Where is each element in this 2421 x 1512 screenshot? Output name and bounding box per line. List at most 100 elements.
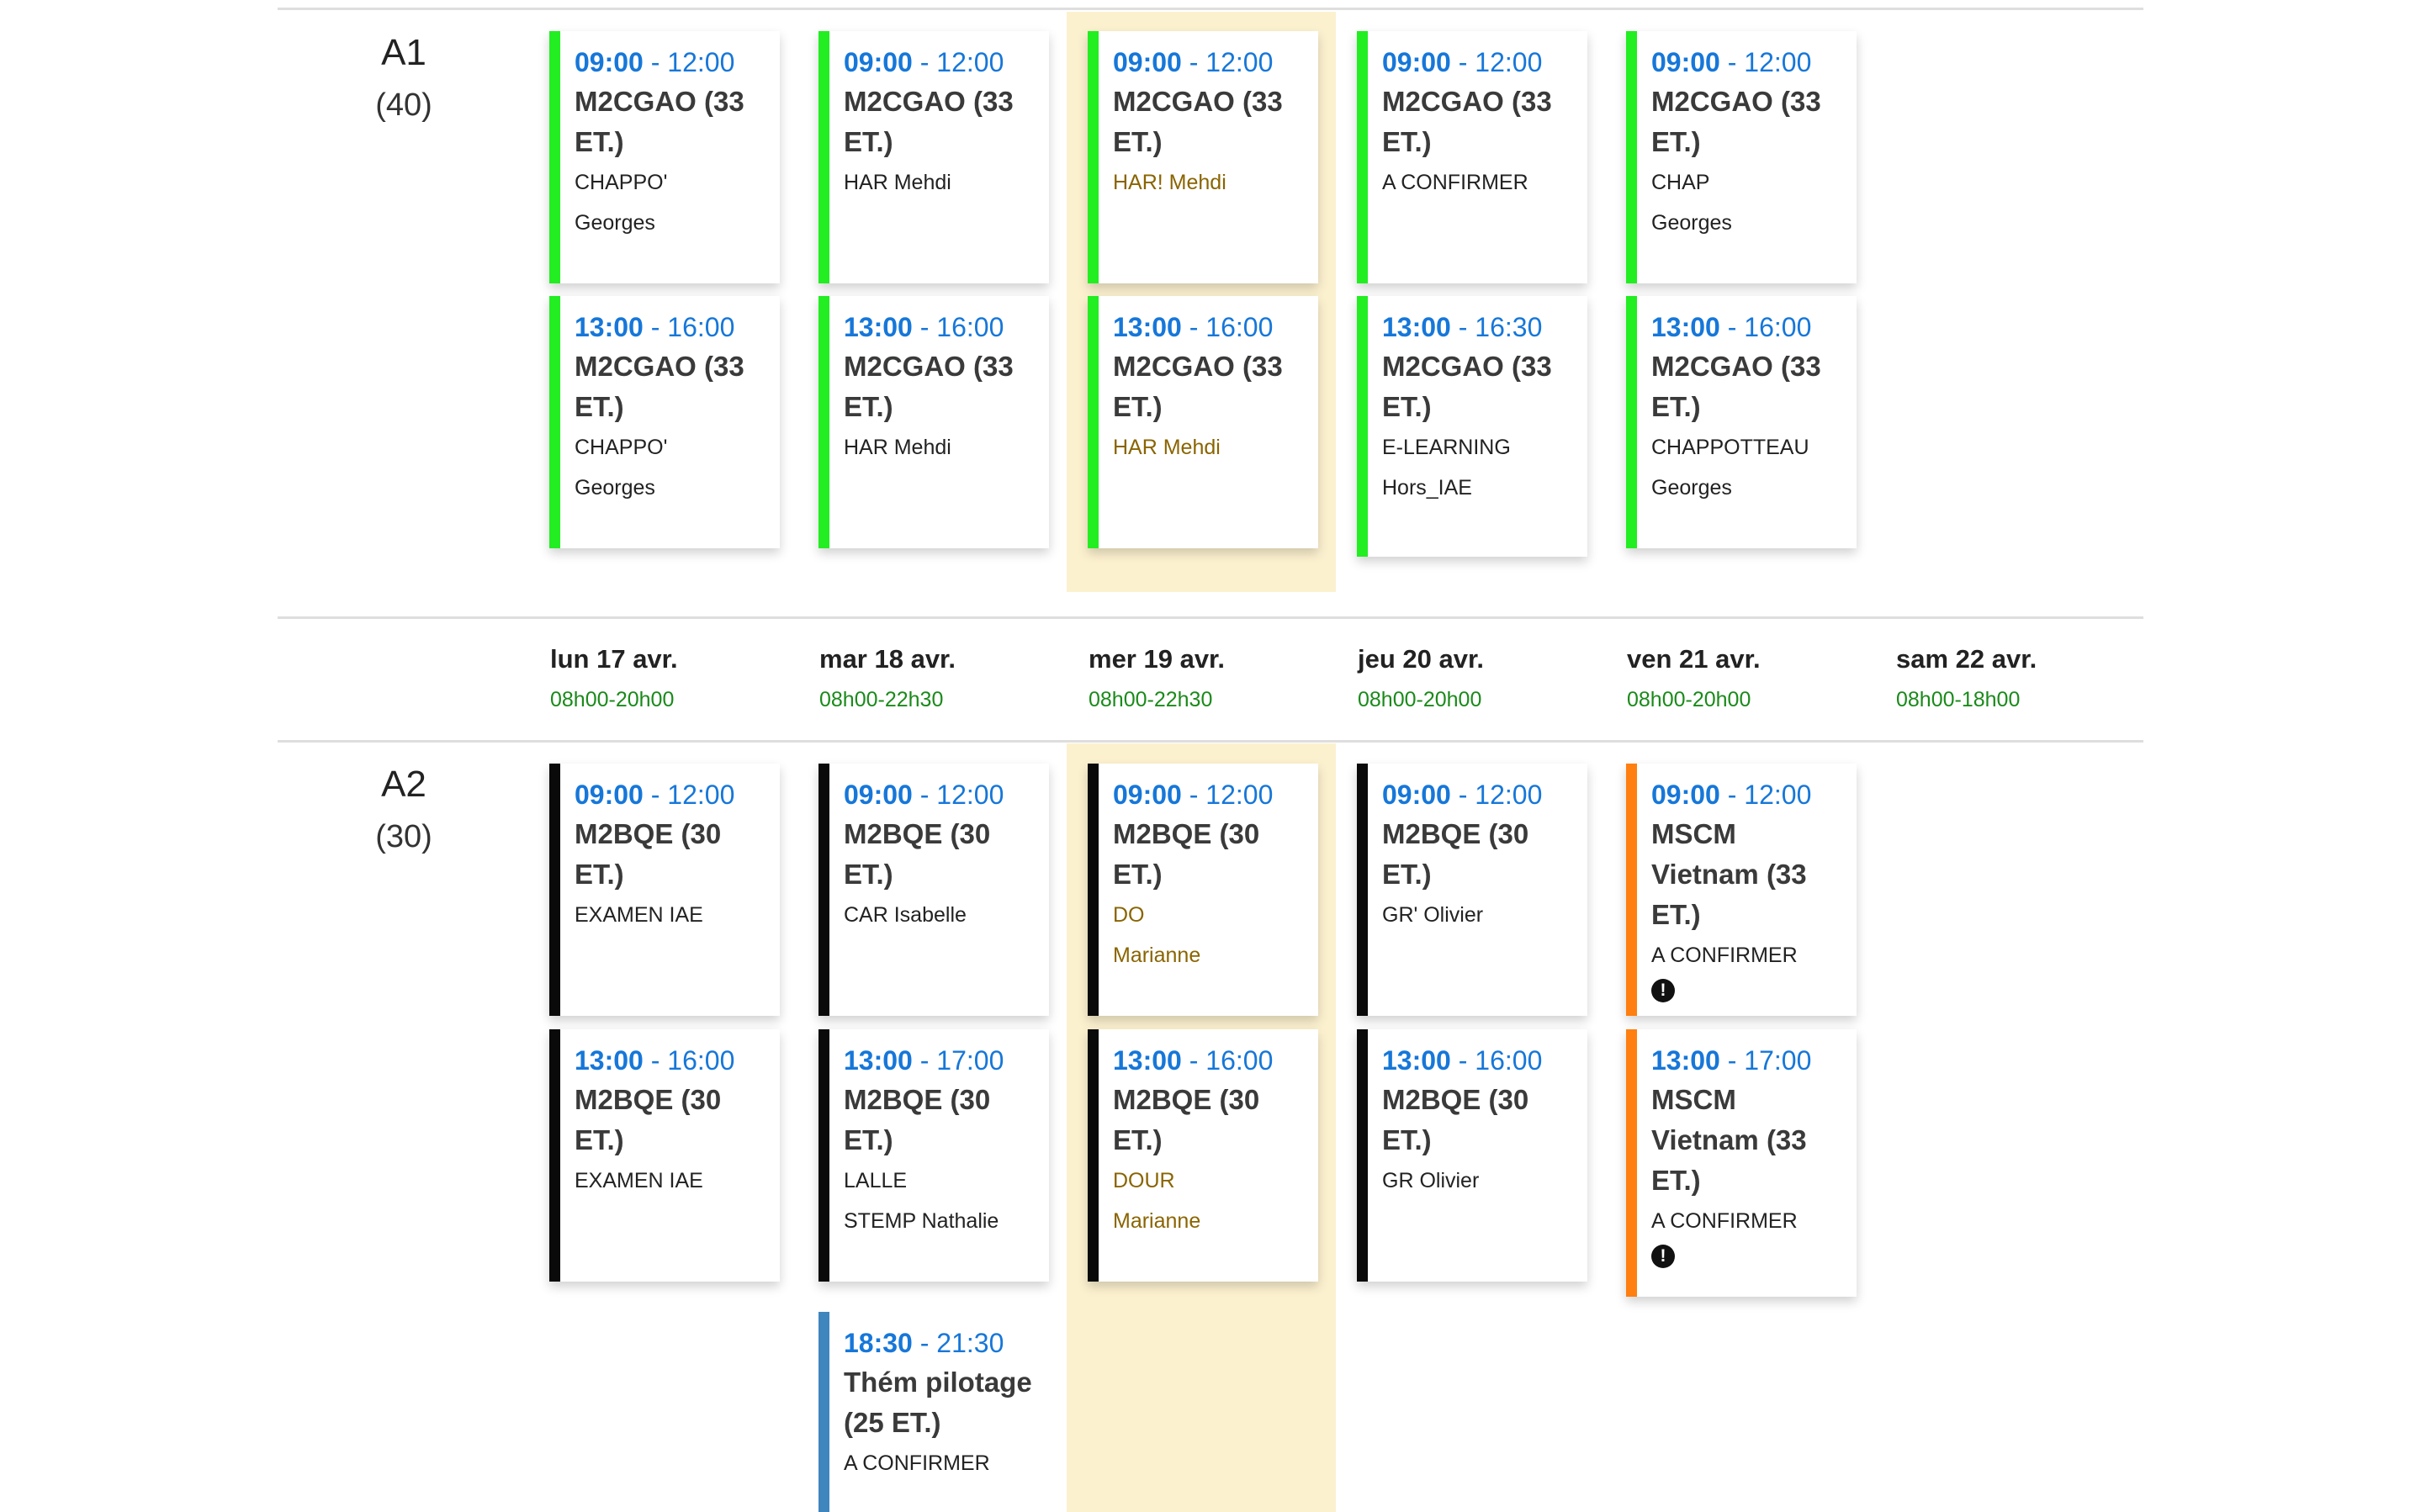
event-card[interactable]: 09:00 - 12:00 MSCM Vietnam (33 ET.) A CO…	[1626, 764, 1857, 1016]
event-end-time: 17:00	[936, 1045, 1004, 1076]
event-start-time: 13:00	[1382, 1045, 1451, 1076]
event-title: M2CGAO (33 ET.)	[1382, 351, 1552, 422]
event-end-time: 16:00	[1205, 312, 1274, 342]
event-time: 13:00 - 17:00	[1651, 1045, 1812, 1076]
event-time: 13:00 - 16:00	[1113, 312, 1274, 342]
event-end-time: 12:00	[936, 780, 1004, 810]
event-status-bar	[818, 296, 829, 548]
day-opening-hours: 08h00-20h00	[550, 688, 675, 711]
event-end-time: 17:00	[1744, 1045, 1812, 1076]
event-card[interactable]: 13:00 - 16:00 M2BQE (30 ET.) EXAMEN IAE	[549, 1029, 780, 1282]
event-title: M2BQE (30 ET.)	[844, 818, 991, 890]
event-title: M2BQE (30 ET.)	[1382, 818, 1529, 890]
day-header-thu[interactable]: jeu 20 avr. 08h00-20h00	[1358, 644, 1484, 712]
day-opening-hours: 08h00-20h00	[1627, 688, 1751, 711]
event-status-bar	[1357, 764, 1368, 1016]
event-card[interactable]: 13:00 - 16:00 M2CGAO (33 ET.) HAR Mehdi	[1088, 296, 1318, 548]
event-title: M2CGAO (33 ET.)	[1113, 86, 1283, 157]
event-start-time: 09:00	[1113, 47, 1182, 77]
event-card[interactable]: 09:00 - 12:00 M2CGAO (33 ET.) CHAPPO' Ge…	[549, 31, 780, 283]
event-card[interactable]: 13:00 - 16:00 M2CGAO (33 ET.) CHAPPO' Ge…	[549, 296, 780, 548]
event-time: 13:00 - 16:00	[575, 312, 735, 342]
event-card[interactable]: 09:00 - 12:00 M2CGAO (33 ET.) A CONFIRME…	[1357, 31, 1587, 283]
event-card[interactable]: 09:00 - 12:00 M2BQE (30 ET.) GR' Olivier	[1357, 764, 1587, 1016]
event-card[interactable]: 09:00 - 12:00 M2CGAO (33 ET.) HAR Mehdi	[818, 31, 1049, 283]
event-time: 13:00 - 16:00	[844, 312, 1004, 342]
day-label: jeu 20 avr.	[1358, 644, 1484, 674]
event-card[interactable]: 09:00 - 12:00 M2BQE (30 ET.) CAR Isabell…	[818, 764, 1049, 1016]
event-detail: LALLE	[844, 1169, 908, 1192]
event-title: M2BQE (30 ET.)	[1113, 1084, 1260, 1155]
event-title: M2CGAO (33 ET.)	[1113, 351, 1283, 422]
event-detail: CHAPPO'	[575, 171, 668, 194]
event-card[interactable]: 09:00 - 12:00 M2BQE (30 ET.) EXAMEN IAE	[549, 764, 780, 1016]
room-name-a2: A2	[381, 764, 426, 805]
event-end-time: 21:30	[936, 1328, 1004, 1358]
event-title: M2BQE (30 ET.)	[844, 1084, 991, 1155]
event-detail: A CONFIRMER	[1651, 944, 1798, 967]
event-card[interactable]: 13:00 - 16:30 M2CGAO (33 ET.) E-LEARNING…	[1357, 296, 1587, 557]
event-title: M2BQE (30 ET.)	[575, 1084, 722, 1155]
event-detail: Georges	[1651, 211, 1732, 235]
days-header-top-divider	[278, 616, 2143, 619]
event-status-bar	[1357, 31, 1368, 283]
event-end-time: 16:30	[1475, 312, 1543, 342]
event-title: MSCM Vietnam (33 ET.)	[1651, 818, 1807, 930]
event-start-time: 09:00	[1651, 780, 1720, 810]
event-time: 09:00 - 12:00	[844, 780, 1004, 810]
event-card[interactable]: 13:00 - 16:00 M2BQE (30 ET.) DOUR Marian…	[1088, 1029, 1318, 1282]
event-end-time: 16:00	[1475, 1045, 1543, 1076]
event-start-time: 09:00	[1651, 47, 1720, 77]
event-status-bar	[1357, 296, 1368, 557]
event-card[interactable]: 09:00 - 12:00 M2BQE (30 ET.) DO Marianne	[1088, 764, 1318, 1016]
event-start-time: 09:00	[844, 47, 913, 77]
warning-icon: !	[1651, 979, 1675, 1002]
event-detail: Georges	[575, 211, 655, 235]
event-end-time: 16:00	[1744, 312, 1812, 342]
event-start-time: 09:00	[1382, 47, 1451, 77]
event-detail: CAR Isabelle	[844, 903, 967, 927]
event-card[interactable]: 09:00 - 12:00 M2CGAO (33 ET.) HAR! Mehdi	[1088, 31, 1318, 283]
event-start-time: 09:00	[1382, 780, 1451, 810]
event-end-time: 12:00	[1205, 780, 1274, 810]
event-card[interactable]: 13:00 - 16:00 M2BQE (30 ET.) GR Olivier	[1357, 1029, 1587, 1282]
event-time: 09:00 - 12:00	[1382, 47, 1543, 77]
event-detail: Georges	[575, 476, 655, 500]
day-header-sat[interactable]: sam 22 avr. 08h00-18h00	[1896, 644, 2037, 712]
event-detail: GR Olivier	[1382, 1169, 1480, 1192]
event-end-time: 12:00	[1475, 780, 1543, 810]
event-time: 09:00 - 12:00	[575, 47, 735, 77]
event-detail: HAR! Mehdi	[1113, 171, 1226, 194]
event-status-bar	[1357, 1029, 1368, 1282]
day-header-wed[interactable]: mer 19 avr. 08h00-22h30	[1089, 644, 1225, 712]
event-start-time: 13:00	[1651, 1045, 1720, 1076]
event-detail: DO	[1113, 903, 1145, 927]
room-capacity-a1: (40)	[375, 87, 432, 123]
event-card[interactable]: 13:00 - 16:00 M2CGAO (33 ET.) CHAPPOTTEA…	[1626, 296, 1857, 548]
event-title: M2BQE (30 ET.)	[1113, 818, 1260, 890]
event-card[interactable]: 09:00 - 12:00 M2CGAO (33 ET.) CHAP Georg…	[1626, 31, 1857, 283]
event-time: 13:00 - 16:00	[1113, 1045, 1274, 1076]
event-start-time: 13:00	[575, 312, 644, 342]
event-start-time: 13:00	[575, 1045, 644, 1076]
event-status-bar	[818, 31, 829, 283]
event-detail: HAR Mehdi	[1113, 436, 1221, 459]
event-card[interactable]: 13:00 - 16:00 M2CGAO (33 ET.) HAR Mehdi	[818, 296, 1049, 548]
event-detail: A CONFIRMER	[1382, 171, 1528, 194]
event-card[interactable]: 13:00 - 17:00 M2BQE (30 ET.) LALLE STEMP…	[818, 1029, 1049, 1282]
event-end-time: 16:00	[667, 1045, 735, 1076]
event-detail: CHAPPO'	[575, 436, 668, 459]
event-card[interactable]: 13:00 - 17:00 MSCM Vietnam (33 ET.) A CO…	[1626, 1029, 1857, 1297]
event-status-bar	[1626, 31, 1637, 283]
event-start-time: 13:00	[1113, 1045, 1182, 1076]
event-time: 09:00 - 12:00	[844, 47, 1004, 77]
event-start-time: 09:00	[575, 780, 644, 810]
event-detail: HAR Mehdi	[844, 171, 951, 194]
event-detail: EXAMEN IAE	[575, 1169, 703, 1192]
event-start-time: 09:00	[844, 780, 913, 810]
event-time: 09:00 - 12:00	[575, 780, 735, 810]
day-header-mon[interactable]: lun 17 avr. 08h00-20h00	[550, 644, 678, 712]
day-header-tue[interactable]: mar 18 avr. 08h00-22h30	[819, 644, 956, 712]
day-header-fri[interactable]: ven 21 avr. 08h00-20h00	[1627, 644, 1761, 712]
event-card[interactable]: 18:30 - 21:30 Thém pilotage (25 ET.) A C…	[818, 1312, 1049, 1512]
